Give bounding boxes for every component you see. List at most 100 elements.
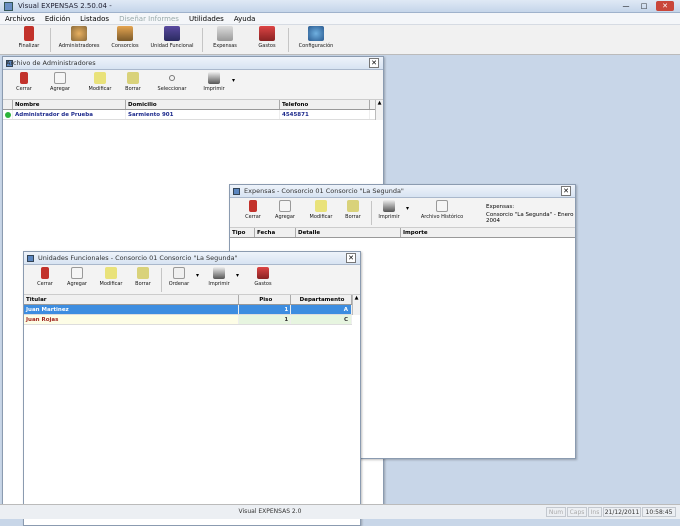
col-importe[interactable]: Importe [401, 228, 575, 237]
exit-door-icon [24, 26, 34, 41]
unidad-building-icon [164, 26, 180, 41]
edit-icon [315, 200, 327, 212]
archive-folder-icon [436, 200, 448, 212]
gastos-box-icon [257, 267, 269, 279]
door-icon [20, 72, 28, 84]
cerrar-button[interactable]: Cerrar [13, 72, 35, 92]
finalizar-button[interactable]: Finalizar [14, 26, 44, 49]
unidad-funcional-button[interactable]: Unidad Funcional [148, 26, 196, 49]
imprimir-button[interactable]: Imprimir [206, 267, 232, 287]
status-caps: Caps [567, 507, 587, 517]
edit-icon [105, 267, 117, 279]
col-titular[interactable]: Titular [24, 295, 240, 304]
seleccionar-button[interactable]: Seleccionar [155, 72, 189, 92]
printer-icon [213, 267, 225, 279]
unidades-toolbar: Cerrar Agregar Modificar Borrar Ordenar … [24, 265, 360, 295]
gastos-button[interactable]: Gastos [252, 267, 274, 287]
admins-toolbar: Cerrar Agregar Modificar Borrar Seleccio… [3, 70, 383, 100]
col-detalle[interactable]: Detalle [296, 228, 401, 237]
menu-archivos[interactable]: Archivos [5, 13, 35, 24]
imprimir-dropdown-icon[interactable]: ▾ [236, 272, 239, 279]
unidades-window: Unidades Funcionales - Consorcio 01 Cons… [23, 251, 361, 526]
menu-edicion[interactable]: Edición [45, 13, 70, 24]
borrar-button[interactable]: Borrar [132, 267, 154, 287]
cerrar-button[interactable]: Cerrar [34, 267, 56, 287]
maximize-button[interactable]: □ [638, 1, 650, 11]
unidades-window-titlebar[interactable]: Unidades Funcionales - Consorcio 01 Cons… [24, 252, 360, 265]
menu-bar: Archivos Edición Listados Diseñar Inform… [0, 13, 680, 25]
menu-ayuda[interactable]: Ayuda [234, 13, 256, 24]
app-title: Visual EXPENSAS 2.50.04 - [18, 2, 112, 10]
admins-close-icon[interactable]: ✕ [369, 58, 379, 68]
gastos-button[interactable]: Gastos [254, 26, 280, 49]
printer-icon [208, 72, 220, 84]
configuracion-globe-icon [308, 26, 324, 41]
add-doc-icon [54, 72, 66, 84]
borrar-button[interactable]: Borrar [121, 72, 145, 92]
add-doc-icon [71, 267, 83, 279]
cerrar-button[interactable]: Cerrar [242, 200, 264, 220]
ordenar-button[interactable]: Ordenar [166, 267, 192, 287]
expensas-calculator-icon [217, 26, 233, 41]
archivo-historico-button[interactable]: Archivo Histórico [420, 200, 464, 220]
door-icon [249, 200, 257, 212]
agregar-button[interactable]: Agregar [64, 267, 90, 287]
table-row[interactable]: Juan Martinez 1 A [24, 305, 352, 315]
delete-icon [127, 72, 139, 84]
door-icon [41, 267, 49, 279]
row-indicator-header [3, 100, 13, 109]
unidades-scrollbar[interactable]: ▲ [352, 295, 360, 315]
imprimir-dropdown-icon[interactable]: ▾ [406, 205, 409, 212]
admins-window-titlebar[interactable]: Archivo de Administradores ✕ [3, 57, 383, 70]
mdi-area: Archivo de Administradores ✕ Cerrar Agre… [0, 55, 680, 526]
col-tipo[interactable]: Tipo [230, 228, 255, 237]
col-departamento[interactable]: Departamento [291, 295, 352, 304]
modificar-button[interactable]: Modificar [96, 267, 126, 287]
menu-disenar-informes[interactable]: Diseñar Informes [119, 13, 179, 24]
expensas-toolbar: Cerrar Agregar Modificar Borrar Imprimir… [230, 198, 575, 228]
consorcios-button[interactable]: Consorcios [108, 26, 142, 49]
agregar-button[interactable]: Agregar [272, 200, 298, 220]
status-time: 10:58:45 [642, 507, 676, 517]
app-titlebar: Visual EXPENSAS 2.50.04 - — □ ✕ [0, 0, 680, 13]
main-toolbar: Finalizar Administradores Consorcios Uni… [0, 25, 680, 55]
printer-icon [383, 200, 395, 212]
table-row[interactable]: Juan Rojas 1 C [24, 315, 352, 325]
agregar-button[interactable]: Agregar [47, 72, 73, 92]
menu-listados[interactable]: Listados [80, 13, 109, 24]
radio-select-icon [169, 75, 175, 81]
admins-people-icon [71, 26, 87, 41]
delete-icon [137, 267, 149, 279]
col-nombre[interactable]: Nombre [13, 100, 126, 109]
modificar-button[interactable]: Modificar [306, 200, 336, 220]
edit-icon [94, 72, 106, 84]
menu-utilidades[interactable]: Utilidades [189, 13, 224, 24]
configuracion-button[interactable]: Configuración [296, 26, 336, 49]
status-app-name: Visual EXPENSAS 2.0 [238, 508, 302, 515]
imprimir-dropdown-icon[interactable]: ▾ [232, 77, 235, 84]
administradores-button[interactable]: Administradores [56, 26, 102, 49]
table-row[interactable]: Administrador de Prueba Sarmiento 901 45… [3, 110, 375, 120]
expensas-close-icon[interactable]: ✕ [561, 186, 571, 196]
modificar-button[interactable]: Modificar [85, 72, 115, 92]
expensas-info-label: Expensas: [486, 204, 515, 210]
unidades-grid: Titular Piso Departamento Juan Martinez … [24, 295, 360, 525]
expensas-window-titlebar[interactable]: Expensas - Consorcio 01 Consorcio "La Se… [230, 185, 575, 198]
admins-scrollbar[interactable]: ▲ [375, 100, 383, 120]
borrar-button[interactable]: Borrar [342, 200, 364, 220]
imprimir-button[interactable]: Imprimir [376, 200, 402, 220]
col-telefono[interactable]: Telefono [280, 100, 370, 109]
col-domicilio[interactable]: Domicilio [126, 100, 280, 109]
minimize-button[interactable]: — [620, 1, 632, 11]
imprimir-button[interactable]: Imprimir [201, 72, 227, 92]
delete-icon [347, 200, 359, 212]
app-icon [4, 2, 13, 11]
col-fecha[interactable]: Fecha [255, 228, 296, 237]
gastos-box-icon [259, 26, 275, 41]
close-button[interactable]: ✕ [656, 1, 674, 11]
expensas-button[interactable]: Expensas [210, 26, 240, 49]
status-ins: Ins [588, 507, 602, 517]
unidades-close-icon[interactable]: ✕ [346, 253, 356, 263]
col-piso[interactable]: Piso [239, 295, 292, 304]
ordenar-dropdown-icon[interactable]: ▾ [196, 272, 199, 279]
